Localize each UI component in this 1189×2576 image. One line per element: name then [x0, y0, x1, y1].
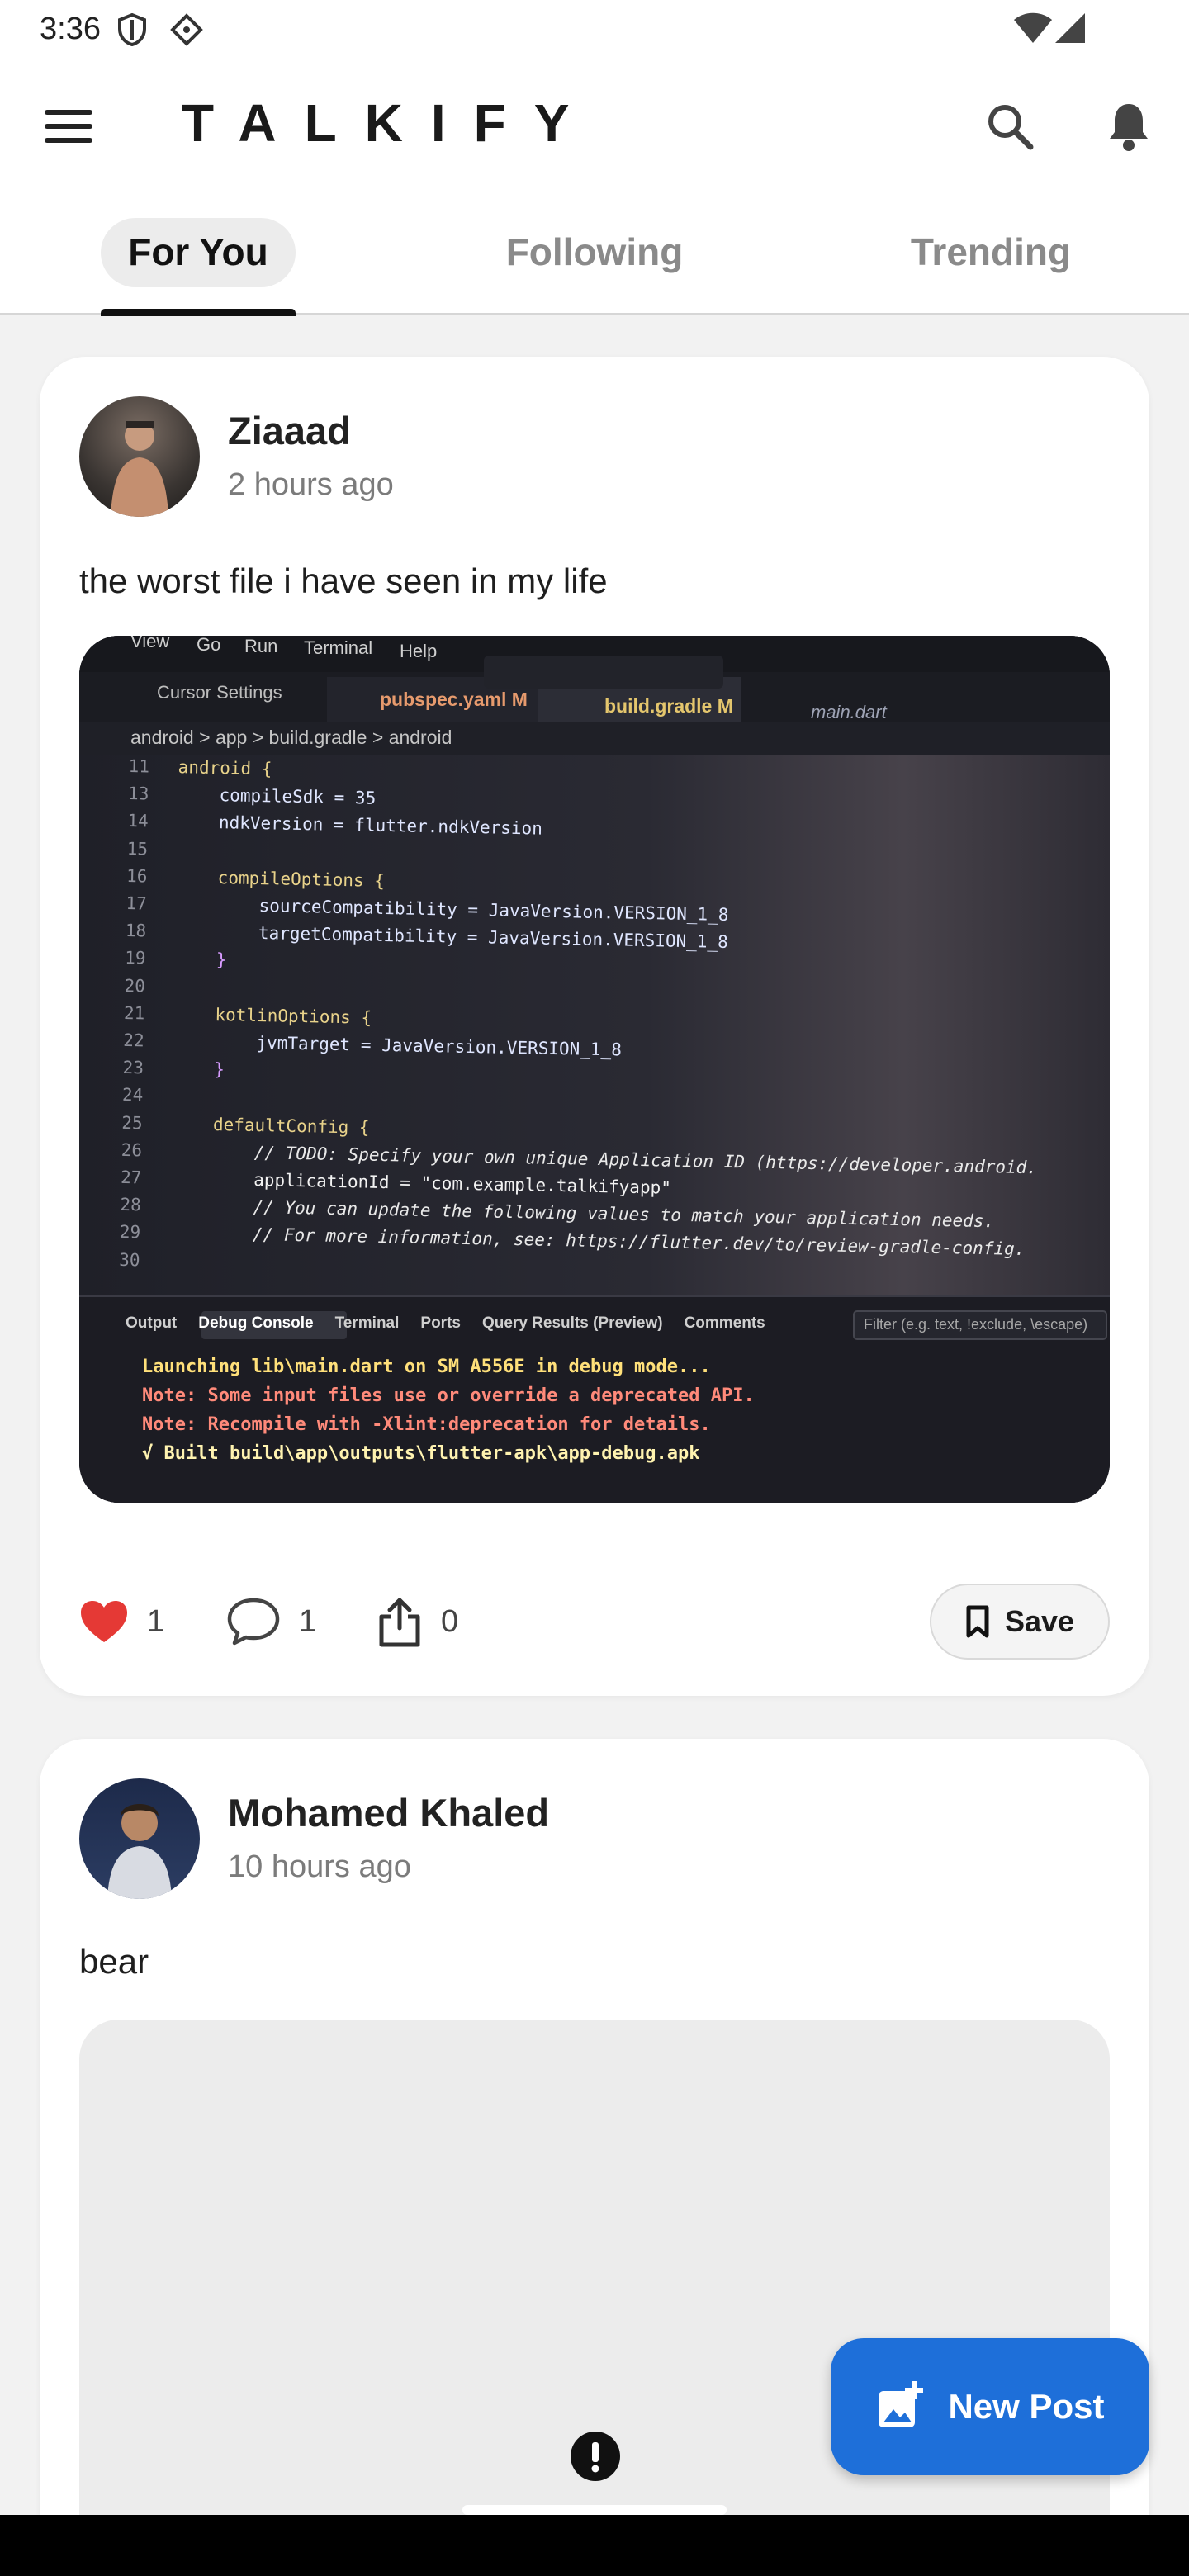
editor-tab-pubspec: pubspec.yaml M: [380, 689, 528, 710]
post-actions: 1 1 0 Save: [79, 1580, 1110, 1663]
system-navigation-bar: [0, 2515, 1189, 2576]
post-text: the worst file i have seen in my life: [79, 561, 608, 600]
debug-console-output: Launching lib\main.dart on SM A556E in d…: [142, 1352, 755, 1468]
avatar-image: [111, 421, 168, 517]
share-button[interactable]: 0: [377, 1580, 458, 1663]
editor-breadcrumb: android > app > build.gradle > android: [130, 727, 452, 748]
editor-tab-main-dart: main.dart: [811, 702, 887, 722]
share-icon: [379, 1598, 420, 1647]
code-block: 11 android { 13 compileSdk = 35 14 ndkVer…: [119, 753, 1110, 1293]
avatar[interactable]: [79, 396, 200, 517]
menu-button[interactable]: [31, 89, 106, 163]
tab-underline: [101, 309, 296, 316]
bell-icon: [1110, 104, 1148, 151]
top-app-bar: 3:36 TALKIFY For You Following Trending: [0, 0, 1189, 316]
avatar-image: [107, 1804, 172, 1899]
menu-icon: [45, 110, 92, 143]
tab-trending[interactable]: Trending: [867, 216, 1115, 287]
panel-tab-query-results: Query Results (Preview): [481, 1314, 663, 1332]
tab-following[interactable]: Following: [462, 216, 727, 287]
menu-help: Help: [400, 641, 438, 661]
error-icon: [571, 2432, 620, 2481]
post-author[interactable]: Mohamed Khaled: [228, 1790, 549, 1835]
share-count: 0: [441, 1603, 459, 1639]
editor-tab-cursor-settings: Cursor Settings: [157, 682, 282, 703]
panel-tab-terminal: Terminal: [334, 1314, 400, 1332]
editor-tab-build-gradle: build.gradle M: [604, 695, 733, 717]
vpn-icon: [170, 13, 203, 46]
avatar[interactable]: [79, 1778, 200, 1899]
panel-filter: Filter (e.g. text, !exclude, \escape): [864, 1316, 1088, 1333]
app-title: TALKIFY: [182, 93, 598, 153]
post-time: 10 hours ago: [228, 1849, 411, 1884]
menu-run: Run: [244, 636, 278, 656]
heart-icon: [81, 1601, 127, 1642]
console-line: Launching lib\main.dart on SM A556E in d…: [142, 1357, 711, 1377]
post-author[interactable]: Ziaaad: [228, 408, 351, 453]
bookmark-icon: [966, 1605, 989, 1638]
menu-terminal: Terminal: [304, 637, 373, 658]
comment-icon: [227, 1598, 280, 1646]
comment-button[interactable]: 1: [226, 1580, 316, 1663]
post-image[interactable]: View Go Run Terminal Help Cursor Setting…: [79, 636, 1110, 1503]
menu-view: View: [130, 636, 170, 651]
add-photo-icon: [879, 2381, 924, 2427]
save-label: Save: [1004, 1604, 1075, 1638]
like-button[interactable]: 1: [79, 1580, 164, 1663]
console-line: Note: Recompile with -Xlint:deprecation …: [142, 1414, 711, 1435]
panel-tab-output: Output: [126, 1314, 178, 1332]
search-icon: [988, 105, 1034, 150]
post-image-placeholder[interactable]: [79, 2020, 1110, 2576]
shield-icon: [118, 13, 146, 46]
panel-tabs: Output Debug Console Terminal Ports Quer…: [126, 1314, 765, 1333]
save-button[interactable]: Save: [930, 1584, 1110, 1660]
post-time: 2 hours ago: [228, 467, 394, 502]
console-line: Note: Some input files use or override a…: [142, 1385, 755, 1406]
new-post-button[interactable]: New Post: [831, 2338, 1149, 2475]
wifi-icon: [1014, 12, 1052, 43]
status-time: 3:36: [40, 12, 101, 46]
like-count: 1: [147, 1603, 165, 1639]
comment-count: 1: [299, 1603, 317, 1639]
console-line: √ Built build\app\outputs\flutter-apk\ap…: [142, 1443, 700, 1464]
new-post-label: New Post: [948, 2387, 1105, 2426]
signal-icon: [1055, 13, 1085, 43]
panel-tab-ports: Ports: [420, 1314, 461, 1332]
post-text: bear: [79, 1942, 149, 1981]
panel-tab-debug-console: Debug Console: [198, 1314, 314, 1332]
panel-tab-comments: Comments: [684, 1314, 765, 1332]
search-button[interactable]: [973, 89, 1047, 163]
post-card[interactable]: Ziaaad 2 hours ago the worst file i have…: [40, 357, 1149, 1696]
tab-for-you[interactable]: For You: [101, 216, 296, 287]
home-gesture-handle[interactable]: [462, 2505, 727, 2515]
notifications-button[interactable]: [1092, 89, 1166, 163]
menu-go: Go: [197, 636, 221, 655]
status-bar: 3:36: [0, 0, 1189, 58]
